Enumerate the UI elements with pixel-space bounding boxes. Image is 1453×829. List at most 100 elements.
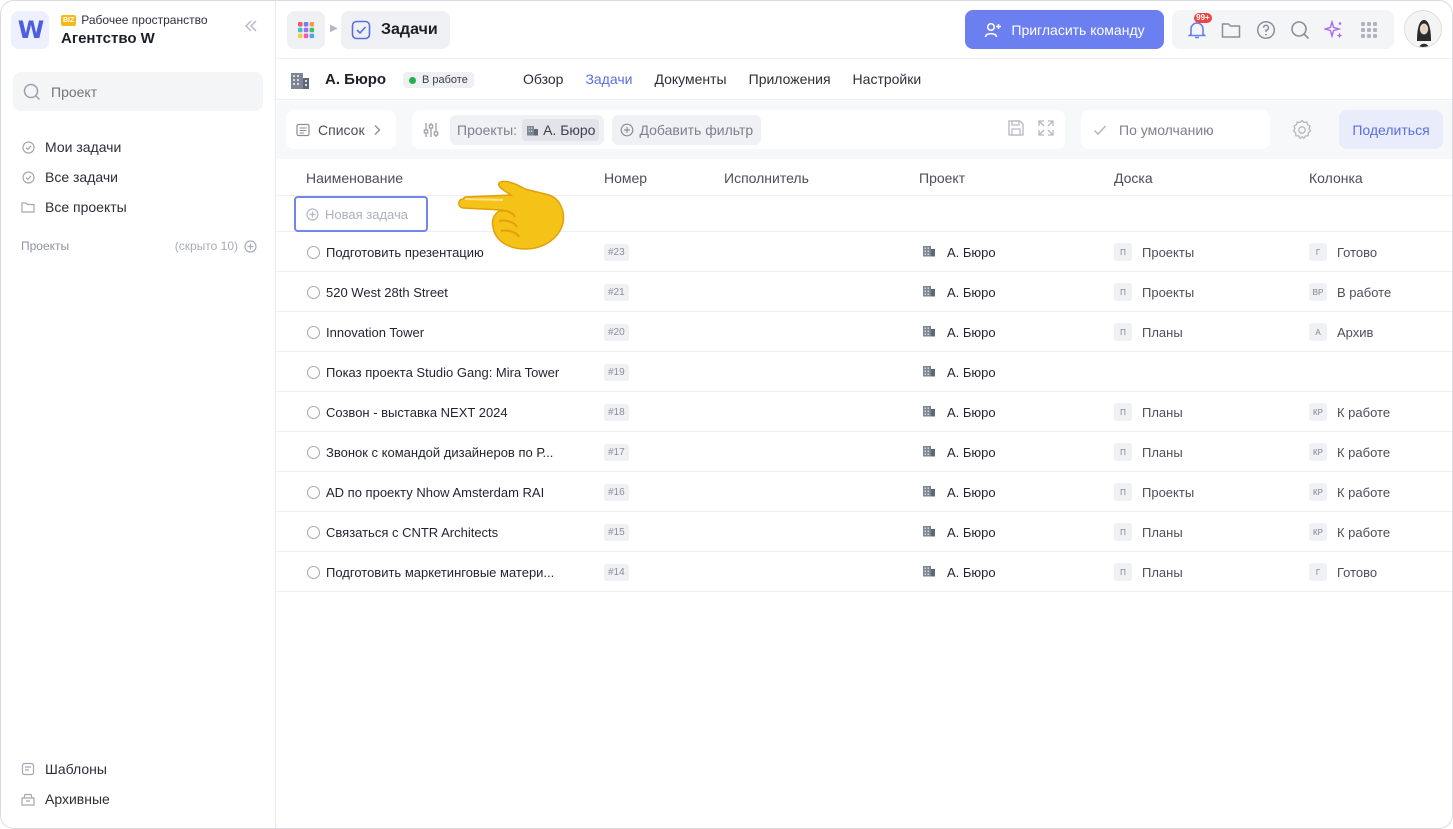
- task-status-circle-icon[interactable]: [307, 285, 320, 299]
- workspace-switcher[interactable]: W BIZ Рабочее пространство Агентство W: [11, 11, 266, 49]
- task-board-cell[interactable]: П Планы: [1114, 432, 1183, 472]
- table-row[interactable]: Связаться с CNTR Architects #15 А. Бюро П Пл…: [277, 512, 1452, 552]
- task-column-cell[interactable]: А Архив: [1309, 312, 1373, 352]
- modules-button[interactable]: [1358, 19, 1380, 41]
- task-project-cell[interactable]: А. Бюро: [922, 392, 996, 432]
- new-task-button[interactable]: Новая задача: [294, 196, 428, 232]
- task-project-cell[interactable]: А. Бюро: [922, 472, 996, 512]
- breadcrumb-tasks[interactable]: Задачи: [341, 11, 450, 49]
- column-header-name[interactable]: Наименование: [306, 170, 403, 186]
- filter-sliders-icon[interactable]: [422, 121, 440, 139]
- task-name[interactable]: Innovation Tower: [326, 325, 424, 340]
- table-row[interactable]: Подготовить маркетинговые матери... #14 А.…: [277, 552, 1452, 592]
- search-button[interactable]: [1289, 19, 1311, 41]
- tab-settings[interactable]: Настройки: [853, 71, 922, 87]
- task-name-cell[interactable]: Innovation Tower: [307, 312, 424, 352]
- table-row[interactable]: Подготовить презентацию #23 А. Бюро П Проект…: [277, 232, 1452, 272]
- task-name-cell[interactable]: Показ проекта Studio Gang: Mira Tower: [307, 352, 559, 392]
- task-board-cell[interactable]: П Планы: [1114, 552, 1183, 592]
- sidebar-item-archive[interactable]: Архивные: [21, 784, 110, 814]
- notifications-button[interactable]: 99+: [1186, 12, 1212, 41]
- hidden-projects-count[interactable]: (скрыто 10): [175, 239, 238, 253]
- table-row[interactable]: 520 West 28th Street #21 А. Бюро П Проекты ВР…: [277, 272, 1452, 312]
- view-switcher[interactable]: Список: [286, 110, 396, 149]
- task-project-cell[interactable]: А. Бюро: [922, 552, 996, 592]
- column-header-number[interactable]: Номер: [604, 170, 647, 186]
- table-row[interactable]: Innovation Tower #20 А. Бюро П Планы А Архив: [277, 312, 1452, 352]
- task-project-cell[interactable]: А. Бюро: [922, 352, 996, 392]
- task-status-circle-icon[interactable]: [307, 565, 320, 579]
- task-column-cell[interactable]: КР К работе: [1309, 512, 1390, 552]
- task-status-circle-icon[interactable]: [307, 525, 320, 539]
- task-name-cell[interactable]: Звонок с командой дизайнеров по Р...: [307, 432, 553, 472]
- task-board-cell[interactable]: П Проекты: [1114, 232, 1194, 272]
- column-header-board[interactable]: Доска: [1114, 170, 1153, 186]
- task-status-circle-icon[interactable]: [307, 325, 320, 339]
- table-row[interactable]: Показ проекта Studio Gang: Mira Tower #19…: [277, 352, 1452, 392]
- add-filter-button[interactable]: Добавить фильтр: [612, 114, 762, 145]
- task-status-circle-icon[interactable]: [307, 365, 320, 379]
- task-column-cell[interactable]: ВР В работе: [1309, 272, 1391, 312]
- task-name-cell[interactable]: AD по проекту Nhow Amsterdam RAI: [307, 472, 544, 512]
- table-row[interactable]: AD по проекту Nhow Amsterdam RAI #16 А. Бю…: [277, 472, 1452, 512]
- task-status-circle-icon[interactable]: [307, 485, 320, 499]
- user-avatar[interactable]: [1404, 10, 1442, 48]
- project-search-input[interactable]: [51, 83, 251, 100]
- task-name[interactable]: Подготовить маркетинговые матери...: [326, 565, 554, 580]
- task-name[interactable]: Звонок с командой дизайнеров по Р...: [326, 445, 553, 460]
- task-column-cell[interactable]: КР К работе: [1309, 392, 1390, 432]
- task-board-cell[interactable]: П Планы: [1114, 312, 1183, 352]
- column-header-project[interactable]: Проект: [919, 170, 965, 186]
- task-column-cell[interactable]: Г Готово: [1309, 232, 1377, 272]
- task-board-cell[interactable]: П Проекты: [1114, 272, 1194, 312]
- sidebar-item-all-projects[interactable]: Все проекты: [21, 192, 127, 222]
- task-name-cell[interactable]: Связаться с CNTR Architects: [307, 512, 498, 552]
- task-status-circle-icon[interactable]: [307, 445, 320, 459]
- share-button[interactable]: Поделиться: [1339, 110, 1443, 149]
- task-project-cell[interactable]: А. Бюро: [922, 312, 996, 352]
- settings-gear-icon[interactable]: [1291, 119, 1313, 144]
- task-status-circle-icon[interactable]: [307, 245, 320, 259]
- task-column-cell[interactable]: КР К работе: [1309, 472, 1390, 512]
- task-board-cell[interactable]: П Планы: [1114, 392, 1183, 432]
- files-button[interactable]: [1220, 19, 1242, 41]
- apps-grid-button[interactable]: [287, 11, 325, 49]
- tab-overview[interactable]: Обзор: [523, 71, 563, 87]
- task-name[interactable]: 520 West 28th Street: [326, 285, 448, 300]
- task-name-cell[interactable]: Созвон - выставка NEXT 2024: [307, 392, 508, 432]
- invite-team-button[interactable]: Пригласить команду: [965, 10, 1164, 49]
- task-project-cell[interactable]: А. Бюро: [922, 512, 996, 552]
- save-icon[interactable]: [1007, 119, 1025, 137]
- status-badge[interactable]: В работе: [403, 72, 474, 88]
- task-name-cell[interactable]: Подготовить маркетинговые матери...: [307, 552, 554, 592]
- table-row[interactable]: Звонок с командой дизайнеров по Р... #17 А…: [277, 432, 1452, 472]
- task-name[interactable]: AD по проекту Nhow Amsterdam RAI: [326, 485, 544, 500]
- task-name[interactable]: Созвон - выставка NEXT 2024: [326, 405, 508, 420]
- project-search[interactable]: [13, 72, 263, 111]
- sort-selector[interactable]: По умолчанию: [1081, 110, 1270, 149]
- task-column-cell[interactable]: Г Готово: [1309, 552, 1377, 592]
- expand-icon[interactable]: [1037, 119, 1055, 137]
- sidebar-item-my-tasks[interactable]: Мои задачи: [21, 132, 127, 162]
- add-project-icon[interactable]: [244, 239, 257, 253]
- sidebar-item-all-tasks[interactable]: Все задачи: [21, 162, 127, 192]
- help-button[interactable]: [1255, 19, 1277, 41]
- task-project-cell[interactable]: А. Бюро: [922, 432, 996, 472]
- task-name-cell[interactable]: 520 West 28th Street: [307, 272, 448, 312]
- task-column-cell[interactable]: КР К работе: [1309, 432, 1390, 472]
- tab-documents[interactable]: Документы: [654, 71, 726, 87]
- task-status-circle-icon[interactable]: [307, 405, 320, 419]
- task-project-cell[interactable]: А. Бюро: [922, 232, 996, 272]
- task-project-cell[interactable]: А. Бюро: [922, 272, 996, 312]
- sidebar-item-templates[interactable]: Шаблоны: [21, 754, 110, 784]
- projects-filter-chip[interactable]: Проекты: А. Бюро: [450, 114, 605, 145]
- task-board-cell[interactable]: П Планы: [1114, 512, 1183, 552]
- column-header-column[interactable]: Колонка: [1309, 170, 1363, 186]
- table-row[interactable]: Созвон - выставка NEXT 2024 #18 А. Бюро П Пл…: [277, 392, 1452, 432]
- task-name[interactable]: Связаться с CNTR Architects: [326, 525, 498, 540]
- task-board-cell[interactable]: П Проекты: [1114, 472, 1194, 512]
- tab-apps[interactable]: Приложения: [749, 71, 831, 87]
- column-header-assignee[interactable]: Исполнитель: [724, 170, 809, 186]
- tab-tasks[interactable]: Задачи: [585, 71, 632, 87]
- task-name[interactable]: Показ проекта Studio Gang: Mira Tower: [326, 365, 559, 380]
